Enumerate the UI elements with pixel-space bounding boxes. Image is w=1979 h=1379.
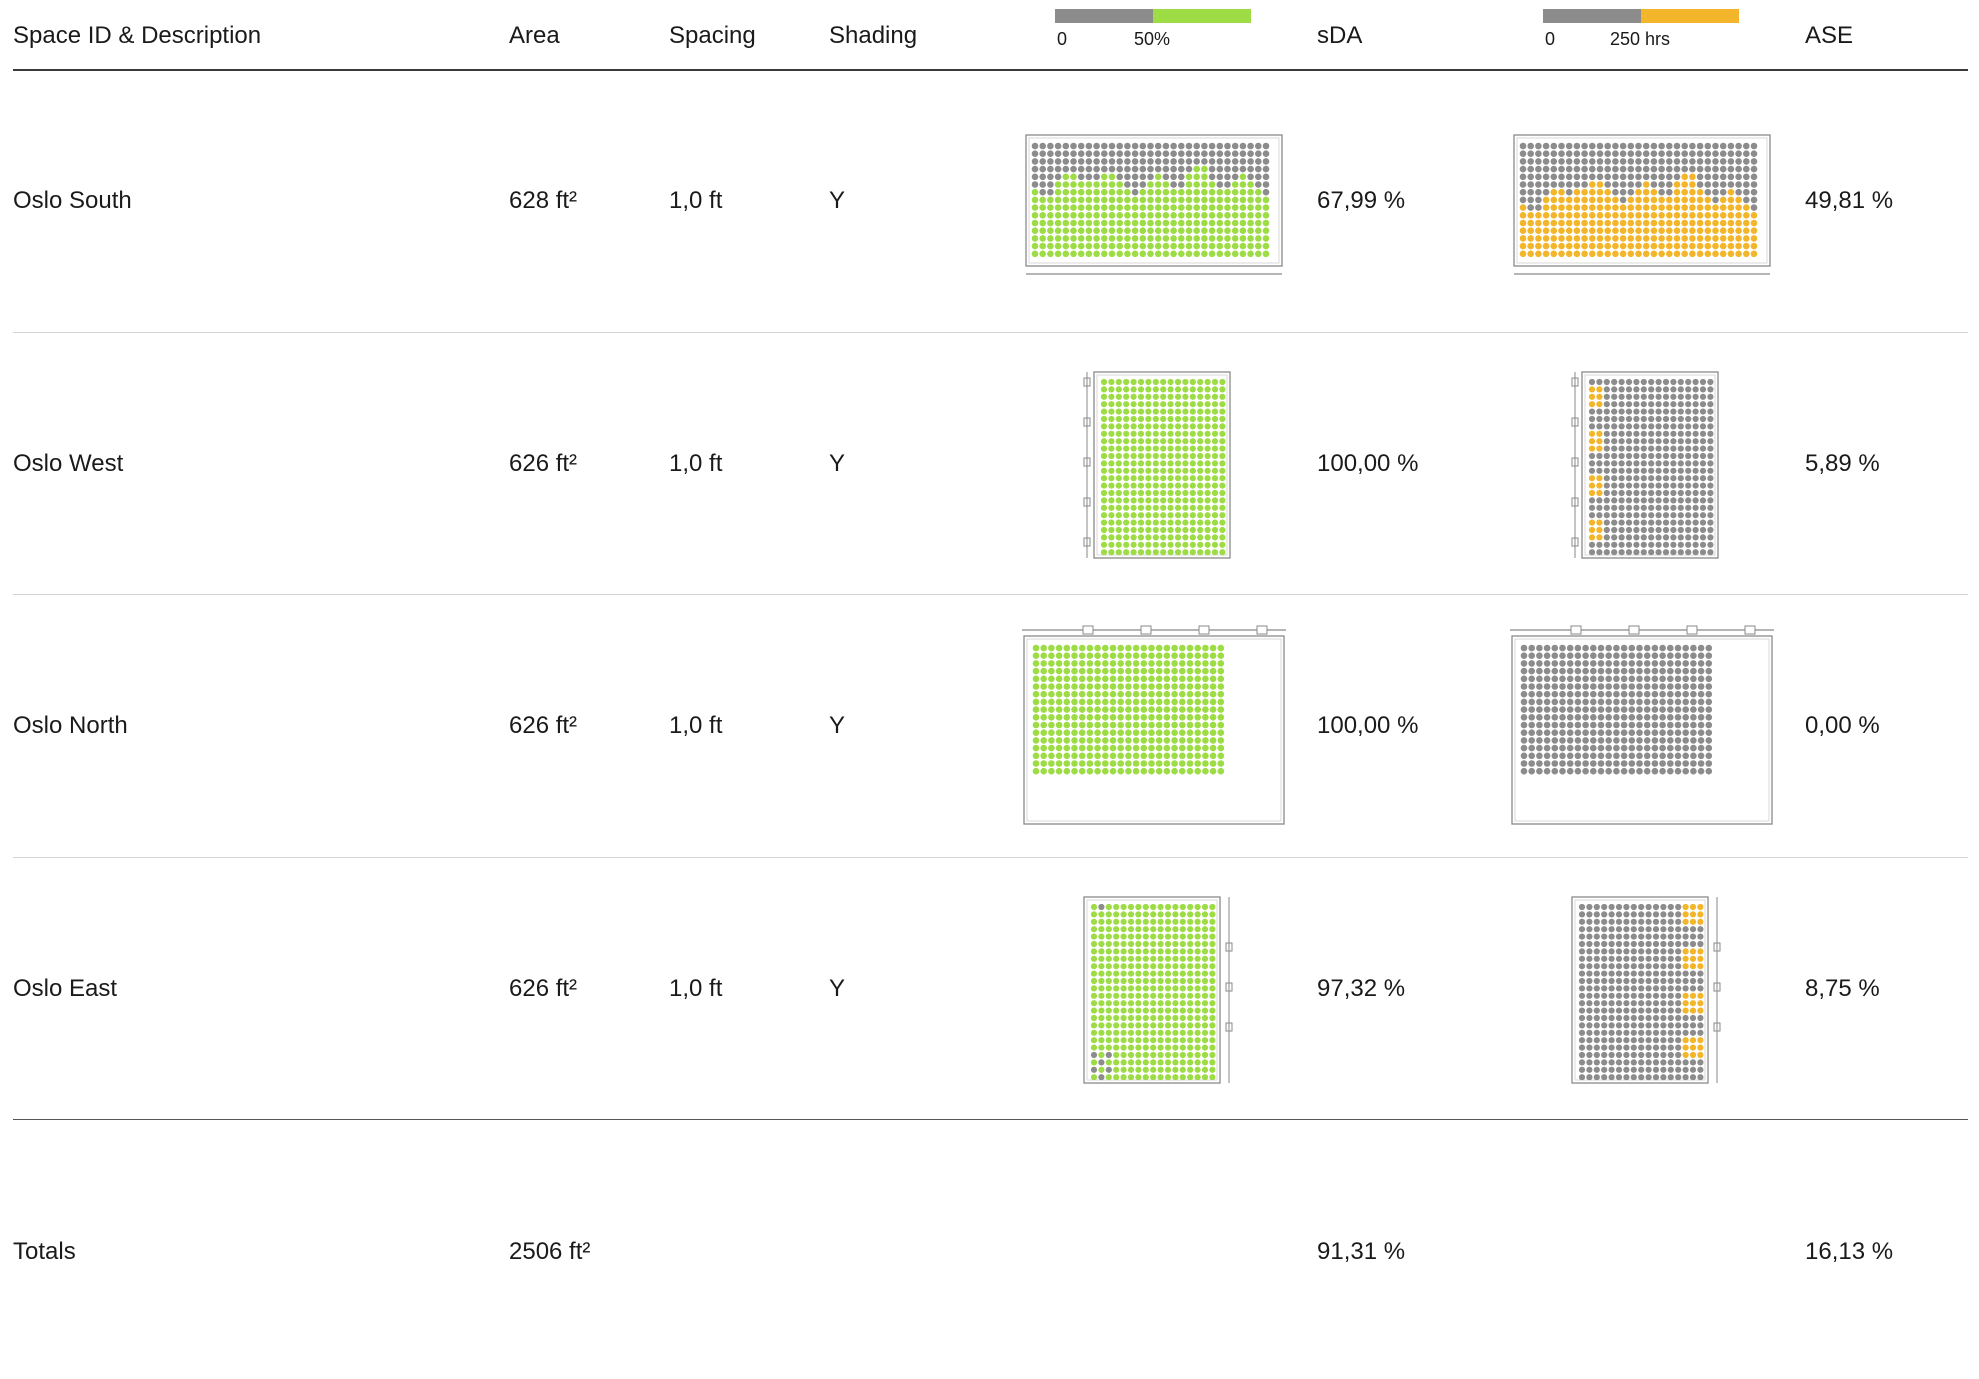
ase-floor-plan	[1571, 371, 1719, 559]
sda-value: 100,00 %	[1317, 712, 1419, 739]
sda-floor-plan	[1025, 134, 1283, 275]
header-spacing: Spacing	[669, 22, 756, 49]
sda-floor-plan	[1022, 625, 1286, 825]
space-spacing: 1,0 ft	[669, 187, 723, 214]
space-spacing: 1,0 ft	[669, 712, 723, 739]
space-area: 626 ft²	[509, 975, 578, 1002]
space-spacing: 1,0 ft	[669, 450, 723, 477]
ase-value: 0,00 %	[1805, 712, 1880, 739]
row-divider	[13, 857, 1968, 858]
ase-floor-plan	[1571, 896, 1721, 1084]
sda-value: 97,32 %	[1317, 975, 1406, 1002]
ase-value: 8,75 %	[1805, 975, 1880, 1002]
space-area: 626 ft²	[509, 450, 578, 477]
sda-floor-plan	[1083, 896, 1233, 1084]
space-shading: Y	[829, 187, 846, 214]
header-area: Area	[509, 22, 560, 49]
sda-legend-low-bar	[1055, 9, 1153, 23]
ase-floor-plan	[1513, 134, 1771, 275]
space-name: Oslo West	[13, 450, 124, 477]
sda-value: 100,00 %	[1317, 450, 1419, 477]
space-area: 626 ft²	[509, 712, 578, 739]
ase-value: 5,89 %	[1805, 450, 1880, 477]
totals-sda: 91,31 %	[1317, 1238, 1406, 1265]
header-sda: sDA	[1317, 22, 1363, 49]
ase-value: 49,81 %	[1805, 187, 1894, 214]
sda-value: 67,99 %	[1317, 187, 1406, 214]
totals-ase: 16,13 %	[1805, 1238, 1894, 1265]
ase-legend-mid: 250 hrs	[1610, 29, 1671, 49]
space-shading: Y	[829, 450, 846, 477]
ase-legend-high-bar	[1641, 9, 1739, 23]
sda-legend-mid: 50%	[1134, 29, 1171, 49]
space-name: Oslo East	[13, 975, 118, 1002]
header-ase: ASE	[1805, 22, 1854, 49]
space-name: Oslo South	[13, 187, 132, 214]
space-name: Oslo North	[13, 712, 128, 739]
ase-floor-plan	[1510, 625, 1774, 825]
totals-area: 2506 ft²	[509, 1238, 591, 1265]
row-divider	[13, 594, 1968, 595]
sda-legend-min: 0	[1057, 29, 1068, 49]
space-shading: Y	[829, 975, 846, 1002]
space-area: 628 ft²	[509, 187, 578, 214]
header-shading: Shading	[829, 22, 918, 49]
totals-divider	[13, 1119, 1968, 1120]
header-divider	[13, 69, 1968, 71]
row-divider	[13, 332, 1968, 333]
ase-legend-min: 0	[1545, 29, 1556, 49]
sda-legend-high-bar	[1153, 9, 1251, 23]
ase-legend-low-bar	[1543, 9, 1641, 23]
header-space: Space ID & Description	[13, 22, 262, 49]
space-shading: Y	[829, 712, 846, 739]
totals-label: Totals	[13, 1238, 76, 1265]
sda-floor-plan	[1083, 371, 1231, 559]
space-spacing: 1,0 ft	[669, 975, 723, 1002]
